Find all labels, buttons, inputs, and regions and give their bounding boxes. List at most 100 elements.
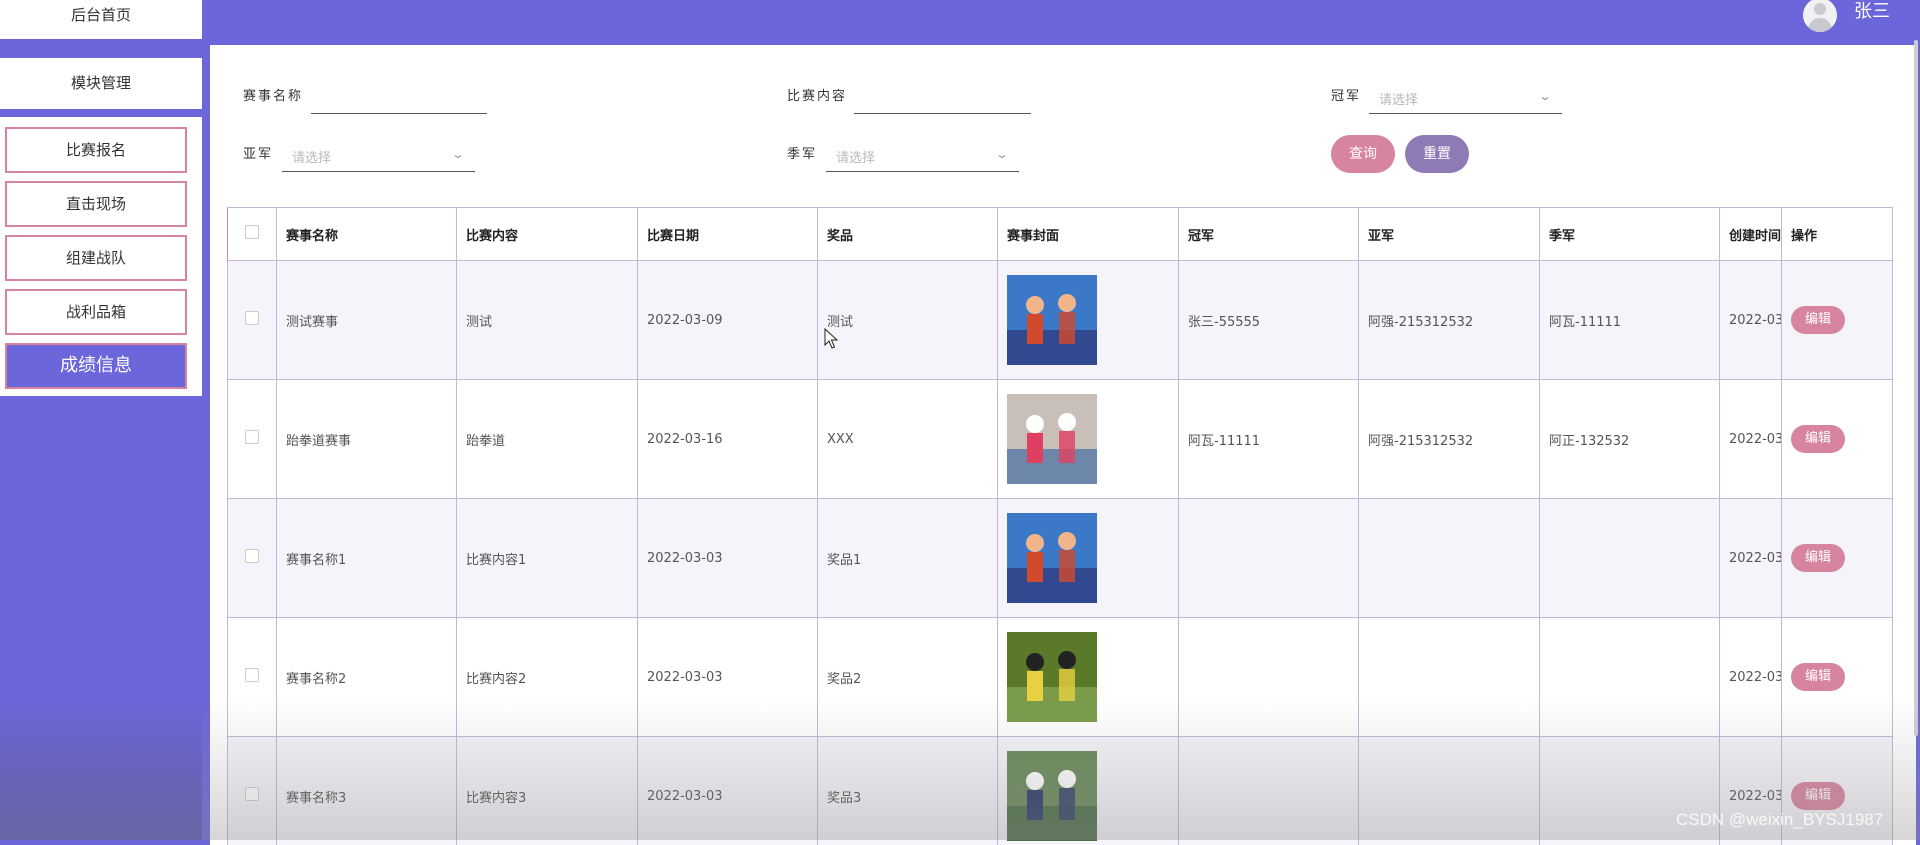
column-header: 创建时间 xyxy=(1720,208,1782,261)
table-row: 赛事名称1比赛内容12022-03-03奖品12022-03编辑 xyxy=(228,499,1893,618)
table-cell: 2022-03-03 xyxy=(638,499,818,618)
mouse-cursor-icon xyxy=(824,328,838,350)
row-checkbox[interactable] xyxy=(245,430,259,444)
row-select-cell xyxy=(228,618,277,737)
cover-cell xyxy=(998,261,1179,380)
actions-cell: 编辑 xyxy=(1782,261,1893,380)
select-all-cell xyxy=(228,208,277,261)
select-placeholder: 请选择 xyxy=(1379,89,1418,108)
sidebar-item-home[interactable]: 后台首页 xyxy=(0,0,202,39)
sidebar-item-team[interactable]: 组建战队 xyxy=(5,235,187,281)
table-cell: 跆拳道赛事 xyxy=(277,380,457,499)
table-cell: 2022-03-09 xyxy=(638,261,818,380)
filter-runnerup-select[interactable]: 请选择 ⌄ xyxy=(282,143,475,172)
sidebar-item-results[interactable]: 成绩信息 xyxy=(5,343,187,389)
avatar-head-icon xyxy=(1814,3,1826,15)
table-cell xyxy=(1540,618,1720,737)
table-row: 赛事名称2比赛内容22022-03-03奖品22022-03编辑 xyxy=(228,618,1893,737)
table-cell: 2022-03-03 xyxy=(638,618,818,737)
row-checkbox[interactable] xyxy=(245,311,259,325)
sidebar-module-header[interactable]: 模块管理 xyxy=(0,58,202,109)
top-bar: 张三 xyxy=(0,0,1920,38)
table-cell: 2022-03 xyxy=(1720,618,1782,737)
table-row: 测试赛事测试2022-03-09测试张三-55555阿强-215312532阿瓦… xyxy=(228,261,1893,380)
column-header: 比赛内容 xyxy=(457,208,638,261)
table-cell: 奖品3 xyxy=(818,737,998,845)
table-cell: XXX xyxy=(818,380,998,499)
column-header: 操作 xyxy=(1782,208,1893,261)
reset-button[interactable]: 重置 xyxy=(1405,135,1469,173)
table-cell: 测试 xyxy=(457,261,638,380)
cover-image xyxy=(1007,394,1097,484)
table-cell: 2022-03-03 xyxy=(638,737,818,845)
table-cell: 2022-03-16 xyxy=(638,380,818,499)
table-cell: 跆拳道 xyxy=(457,380,638,499)
filter-name-label: 赛事名称 xyxy=(243,85,303,104)
table-cell xyxy=(1179,499,1359,618)
column-header: 赛事名称 xyxy=(277,208,457,261)
chevron-down-icon: ⌄ xyxy=(451,147,465,161)
filter-champion-label: 冠军 xyxy=(1331,85,1361,104)
filter-third-select[interactable]: 请选择 ⌄ xyxy=(826,143,1019,172)
filter-champion-select[interactable]: 请选择 ⌄ xyxy=(1369,85,1562,114)
table-cell: 赛事名称1 xyxy=(277,499,457,618)
actions-cell: 编辑 xyxy=(1782,380,1893,499)
cover-image xyxy=(1007,513,1097,603)
cover-cell xyxy=(998,380,1179,499)
results-table: 赛事名称 比赛内容 比赛日期 奖品 赛事封面 冠军 亚军 季军 创建时间 操作 … xyxy=(227,207,1893,845)
sidebar-item-loot[interactable]: 战利品箱 xyxy=(5,289,187,335)
table-cell: 阿强-215312532 xyxy=(1359,261,1540,380)
username[interactable]: 张三 xyxy=(1854,0,1890,24)
row-select-cell xyxy=(228,380,277,499)
column-header: 奖品 xyxy=(818,208,998,261)
row-checkbox[interactable] xyxy=(245,668,259,682)
sidebar-item-registration[interactable]: 比赛报名 xyxy=(5,127,187,173)
sidebar: 后台首页 模块管理 比赛报名 直击现场 组建战队 战利品箱 成绩信息 xyxy=(0,0,202,840)
table-cell: 2022-03 xyxy=(1720,380,1782,499)
table-cell xyxy=(1540,499,1720,618)
column-header: 赛事封面 xyxy=(998,208,1179,261)
row-select-cell xyxy=(228,261,277,380)
column-header: 亚军 xyxy=(1359,208,1540,261)
actions-cell: 编辑 xyxy=(1782,499,1893,618)
sidebar-shade xyxy=(0,700,202,840)
page-scrollbar[interactable] xyxy=(1914,40,1918,736)
edit-button[interactable]: 编辑 xyxy=(1791,544,1845,572)
edit-button[interactable]: 编辑 xyxy=(1791,306,1845,334)
query-button[interactable]: 查询 xyxy=(1331,135,1395,173)
row-checkbox[interactable] xyxy=(245,549,259,563)
row-checkbox[interactable] xyxy=(245,787,259,801)
column-header: 季军 xyxy=(1540,208,1720,261)
select-placeholder: 请选择 xyxy=(292,147,331,166)
table-cell: 赛事名称2 xyxy=(277,618,457,737)
avatar-body-icon xyxy=(1808,18,1832,32)
sidebar-menu: 比赛报名 直击现场 组建战队 战利品箱 成绩信息 xyxy=(0,117,202,396)
column-header: 冠军 xyxy=(1179,208,1359,261)
table-cell: 阿强-215312532 xyxy=(1359,380,1540,499)
table-header-row: 赛事名称 比赛内容 比赛日期 奖品 赛事封面 冠军 亚军 季军 创建时间 操作 xyxy=(228,208,1893,261)
table-cell: 阿瓦-11111 xyxy=(1179,380,1359,499)
table-cell: 测试 xyxy=(818,261,998,380)
table-cell: 奖品2 xyxy=(818,618,998,737)
select-placeholder: 请选择 xyxy=(836,147,875,166)
edit-button[interactable]: 编辑 xyxy=(1791,425,1845,453)
filter-name-input[interactable] xyxy=(311,87,487,114)
sidebar-item-live[interactable]: 直击现场 xyxy=(5,181,187,227)
avatar[interactable] xyxy=(1803,0,1837,32)
filter-content-input[interactable] xyxy=(854,87,1031,114)
edit-button[interactable]: 编辑 xyxy=(1791,782,1845,810)
filter-content-label: 比赛内容 xyxy=(787,85,847,104)
select-all-checkbox[interactable] xyxy=(245,225,259,239)
chevron-down-icon: ⌄ xyxy=(1538,89,1552,103)
cover-image xyxy=(1007,275,1097,365)
table-cell: 测试赛事 xyxy=(277,261,457,380)
table-cell: 比赛内容3 xyxy=(457,737,638,845)
table-cell xyxy=(1359,499,1540,618)
cover-cell xyxy=(998,618,1179,737)
table-cell: 奖品1 xyxy=(818,499,998,618)
filter-third-label: 季军 xyxy=(787,143,817,162)
cover-image xyxy=(1007,632,1097,722)
edit-button[interactable]: 编辑 xyxy=(1791,663,1845,691)
table-cell xyxy=(1179,737,1359,845)
table-cell xyxy=(1359,618,1540,737)
